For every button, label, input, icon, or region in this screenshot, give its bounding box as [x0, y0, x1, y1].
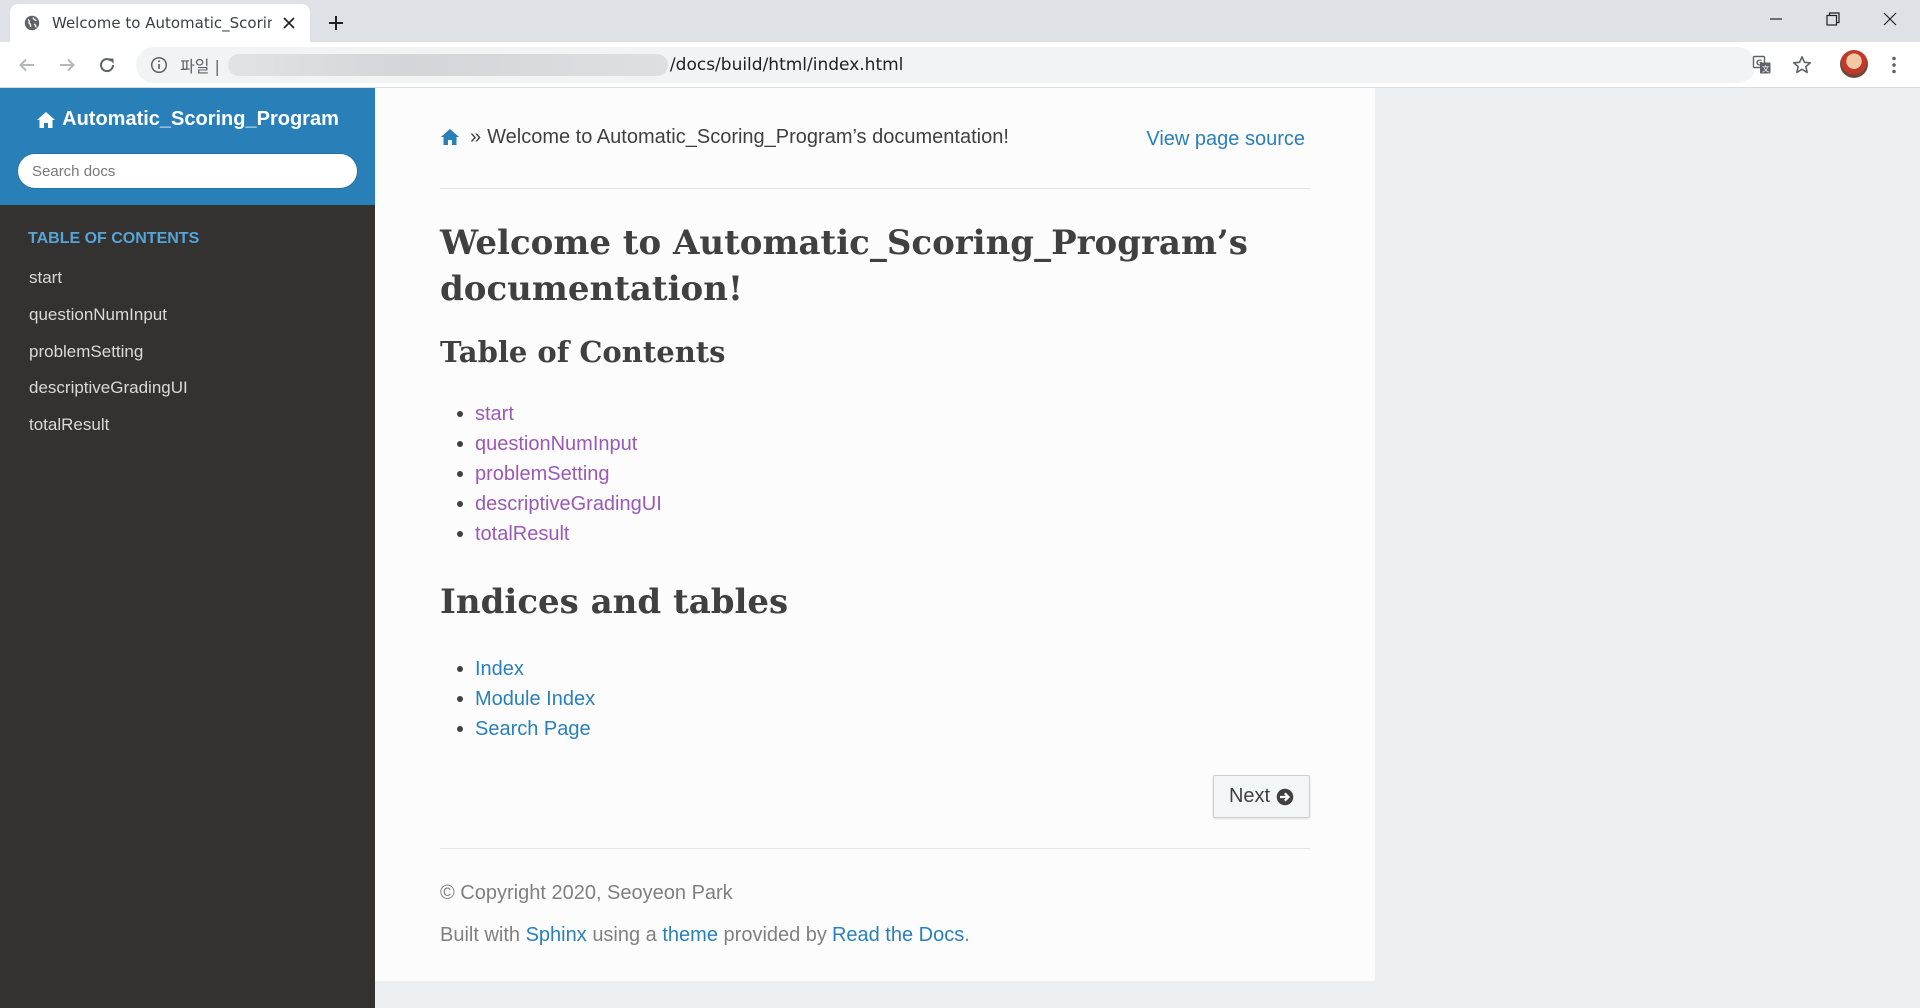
reload-icon[interactable]	[92, 50, 122, 80]
info-icon[interactable]	[150, 56, 168, 74]
view-page-source-link[interactable]: View page source	[1146, 128, 1305, 151]
browser-tabstrip: Welcome to Automatic_Scoring	[0, 0, 1920, 42]
breadcrumb-separator: »	[470, 126, 482, 148]
list-item: start	[457, 399, 662, 429]
sidebar-header: Automatic_Scoring_Program	[0, 88, 375, 205]
toc-link-questionnuminput[interactable]: questionNumInput	[475, 433, 637, 456]
sidebar-item-start[interactable]: start	[0, 260, 375, 297]
address-bar[interactable]: 파일 | /docs/build/html/index.html	[136, 47, 1756, 83]
index-link[interactable]: Index	[475, 658, 524, 681]
tab-close-icon[interactable]	[278, 12, 300, 34]
list-item: Module Index	[457, 684, 595, 714]
bookmark-star-icon[interactable]	[1790, 53, 1814, 77]
toc-link-problemsetting[interactable]: problemSetting	[475, 463, 610, 486]
browser-toolbar: 파일 | /docs/build/html/index.html G文	[0, 42, 1920, 88]
bullet	[457, 696, 463, 702]
address-scheme-label: 파일 |	[180, 57, 220, 76]
copyright-text: © Copyright 2020, Seoyeon Park	[440, 882, 733, 904]
svg-text:文: 文	[1762, 64, 1770, 74]
back-arrow-icon[interactable]	[12, 50, 42, 80]
list-item: problemSetting	[457, 459, 662, 489]
sidebar-item-totalresult[interactable]: totalResult	[0, 407, 375, 444]
home-icon[interactable]	[440, 128, 460, 148]
toc-link-start[interactable]: start	[475, 403, 514, 426]
indices-heading: Indices and tables	[440, 582, 789, 622]
toc-link-descriptivegradingui[interactable]: descriptiveGradingUI	[475, 493, 662, 516]
bullet	[457, 726, 463, 732]
bullet	[457, 471, 463, 477]
bullet	[457, 531, 463, 537]
list-item: descriptiveGradingUI	[457, 489, 662, 519]
list-item: questionNumInput	[457, 429, 662, 459]
breadcrumb-current: Welcome to Automatic_Scoring_Program’s d…	[487, 126, 1009, 148]
bullet	[457, 501, 463, 507]
minimize-icon[interactable]	[1748, 0, 1804, 38]
forward-arrow-icon[interactable]	[52, 50, 82, 80]
search-page-link[interactable]: Search Page	[475, 718, 591, 741]
sphinx-link[interactable]: Sphinx	[526, 924, 587, 946]
module-index-link[interactable]: Module Index	[475, 688, 595, 711]
translate-icon[interactable]: G文	[1750, 53, 1774, 77]
restore-icon[interactable]	[1805, 0, 1861, 38]
bullet	[457, 666, 463, 672]
globe-icon	[24, 15, 40, 31]
using-a-text: using a	[592, 924, 657, 946]
browser-tab-active[interactable]: Welcome to Automatic_Scoring	[10, 4, 310, 42]
next-button-label: Next	[1228, 785, 1271, 807]
next-button[interactable]: Next	[1213, 775, 1310, 818]
indices-link-list: Index Module Index Search Page	[457, 654, 595, 744]
page-title: Welcome to Automatic_Scoring_Program’s d…	[440, 223, 1248, 309]
list-item: Search Page	[457, 714, 595, 744]
kebab-menu-icon[interactable]	[1882, 53, 1906, 77]
sidebar-item-questionnuminput[interactable]: questionNumInput	[0, 297, 375, 334]
list-item: totalResult	[457, 519, 662, 549]
circle-arrow-right-icon	[1276, 788, 1294, 805]
toc-link-list: start questionNumInput problemSetting de…	[457, 399, 662, 549]
project-brand-label: Automatic_Scoring_Program	[62, 108, 339, 130]
read-the-docs-link[interactable]: Read the Docs	[832, 924, 964, 946]
address-url: /docs/build/html/index.html	[669, 55, 904, 75]
footer-period: .	[964, 924, 970, 946]
list-item: Index	[457, 654, 595, 684]
toc-caption: TABLE OF CONTENTS	[28, 230, 200, 247]
header-divider	[440, 188, 1310, 189]
sidebar-item-problemsetting[interactable]: problemSetting	[0, 333, 375, 370]
main-content: » Welcome to Automatic_Scoring_Program’s…	[375, 88, 1375, 981]
sidebar-item-descriptivegradingui[interactable]: descriptiveGradingUI	[0, 370, 375, 407]
breadcrumb: » Welcome to Automatic_Scoring_Program’s…	[440, 126, 1009, 149]
theme-link[interactable]: theme	[662, 924, 718, 946]
docs-sidebar: Automatic_Scoring_Program TABLE OF CONTE…	[0, 88, 375, 1008]
bullet	[457, 441, 463, 447]
project-home-link[interactable]: Automatic_Scoring_Program	[0, 108, 375, 131]
tab-title: Welcome to Automatic_Scoring	[52, 14, 272, 32]
profile-avatar[interactable]	[1840, 50, 1868, 78]
close-window-icon[interactable]	[1862, 0, 1918, 38]
built-with-prefix: Built with	[440, 924, 521, 946]
home-icon	[37, 111, 56, 128]
footer-divider	[440, 848, 1310, 849]
new-tab-button[interactable]	[322, 9, 350, 37]
provided-by-text: provided by	[723, 924, 827, 946]
search-docs-input[interactable]	[17, 153, 358, 189]
bullet	[457, 411, 463, 417]
built-with-line: Built with Sphinx using a theme provided…	[440, 924, 970, 947]
address-redacted-segment	[227, 54, 668, 76]
toc-heading: Table of Contents	[440, 335, 726, 369]
toc-link-totalresult[interactable]: totalResult	[475, 523, 570, 546]
sidebar-toc-list: start questionNumInput problemSetting de…	[0, 260, 375, 443]
